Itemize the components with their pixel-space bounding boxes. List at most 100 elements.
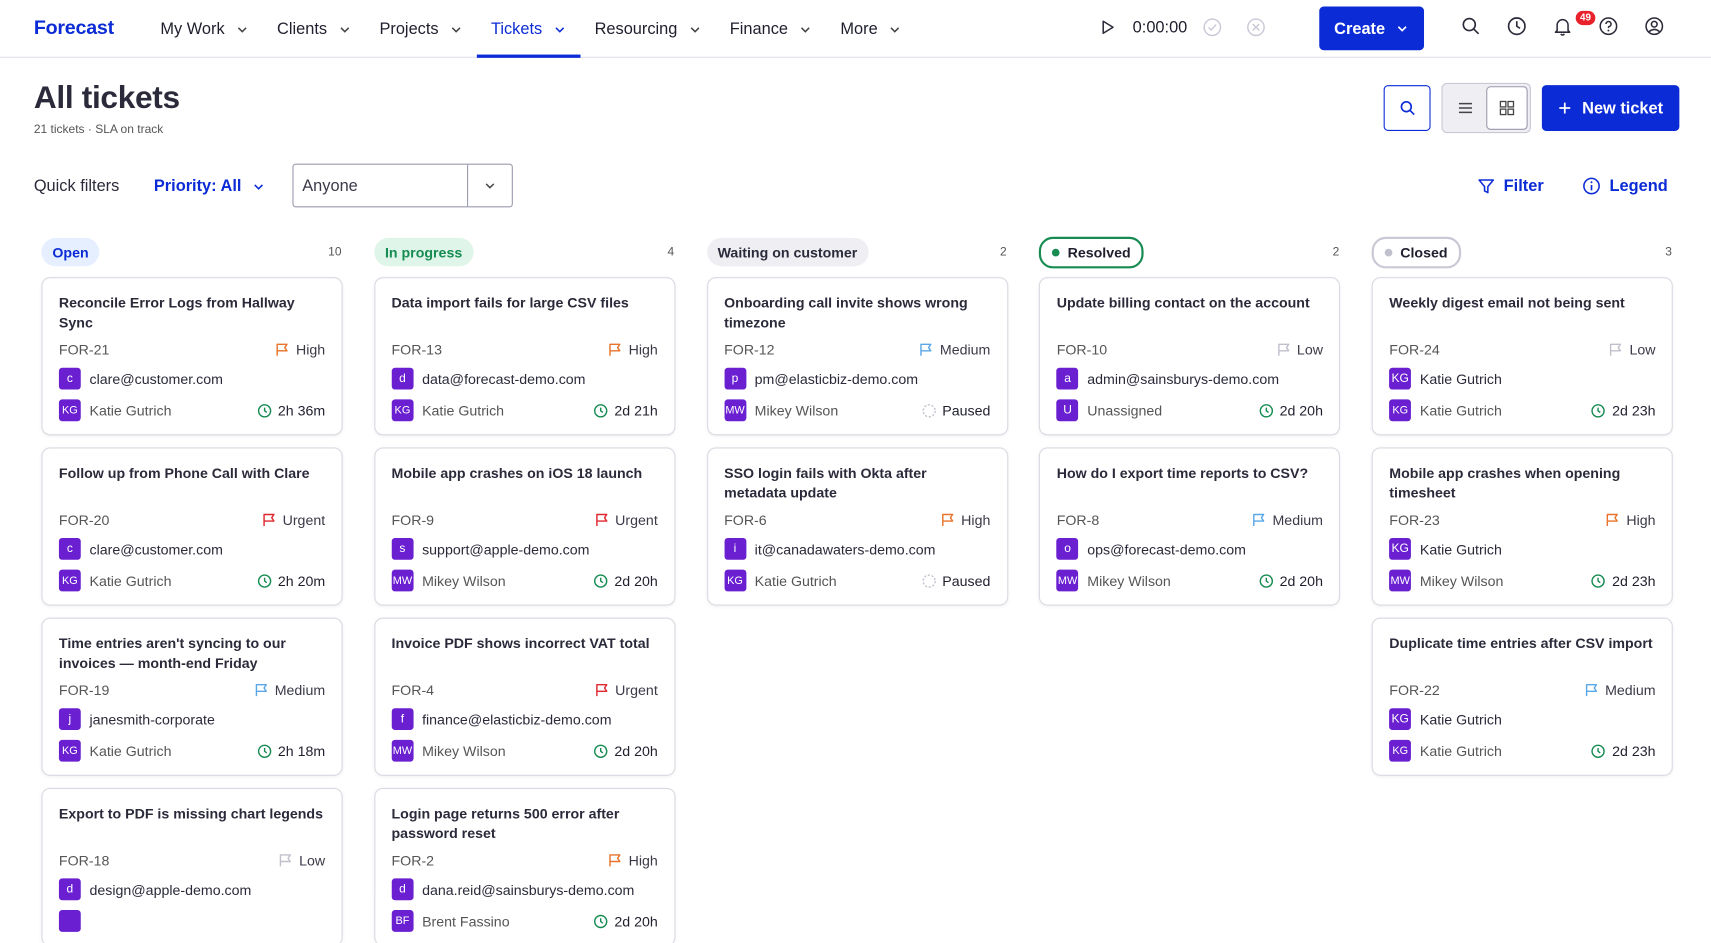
sla-value: 2h 18m — [277, 742, 326, 759]
search-icon — [1400, 100, 1415, 116]
contact-text: it@canadawaters-demo.com — [754, 540, 936, 558]
assignee-avatar: KG — [724, 569, 746, 592]
sla-value: 2d 23h — [1612, 742, 1656, 759]
priority-text: Medium — [939, 341, 991, 358]
ticket-title: Onboarding call invite shows wrong timez… — [724, 294, 968, 331]
main-nav: My Work Clients Projects Tickets Resourcing F… — [146, 0, 916, 58]
nav-item-more[interactable]: More — [826, 0, 916, 58]
ticket-card[interactable]: Data import fails for large CSV files FOR… — [374, 277, 676, 436]
sla-timer: 2d 20h — [594, 743, 658, 759]
assignee-avatar: KG — [58, 739, 81, 762]
search-icon[interactable] — [1460, 15, 1482, 37]
sla-clock-icon — [257, 573, 271, 588]
contact-avatar: KG — [1389, 708, 1412, 731]
contact-row: d data@forecast-demo.com — [391, 367, 658, 390]
column-header: In progress 4 — [374, 237, 675, 267]
contact-avatar: KG — [1389, 537, 1412, 560]
sla-timer: 2d 20h — [594, 913, 658, 929]
column-count: 2 — [1332, 245, 1340, 259]
sla-clock-icon — [1259, 403, 1273, 418]
ticket-meta-row: FOR-10 Low — [1057, 342, 1323, 358]
assignee-name: Mikey Wilson — [422, 572, 506, 589]
ticket-id: FOR-9 — [391, 511, 435, 529]
priority-text: Low — [1296, 341, 1323, 358]
sla-timer: 2d 20h — [1259, 572, 1323, 589]
ticket-id: FOR-6 — [724, 511, 767, 529]
play-icon[interactable] — [1100, 20, 1115, 35]
ticket-title: How do I export time reports to CSV? — [1056, 464, 1309, 482]
nav-item-label: My Work — [160, 19, 225, 39]
contact-text: clare@customer.com — [89, 370, 223, 387]
nav-item-projects[interactable]: Projects — [365, 0, 477, 58]
priority-label: Low — [278, 852, 325, 869]
priority-flag-icon — [609, 343, 621, 356]
list-view-button[interactable] — [1445, 86, 1486, 130]
user-profile-icon[interactable] — [1643, 15, 1665, 37]
cancel-circle-icon[interactable] — [1246, 17, 1266, 37]
sla-value: 2d 20h — [1279, 402, 1323, 419]
forecast-logo[interactable]: Forecast — [34, 16, 114, 39]
ticket-card[interactable]: Follow up from Phone Call with Clare FOR-… — [41, 447, 343, 606]
priority-filter[interactable]: Priority: All — [154, 177, 266, 195]
ticket-card[interactable]: Update billing contact on the account FOR… — [1039, 277, 1341, 436]
ticket-meta-row: FOR-8 Medium — [1057, 512, 1323, 528]
column-resolved: Resolved 2 Update billing contact on the a… — [1039, 236, 1341, 618]
ticket-card[interactable]: Invoice PDF shows incorrect VAT total FOR… — [374, 617, 676, 776]
sla-clock-icon — [1259, 573, 1273, 588]
check-circle-icon[interactable] — [1203, 17, 1223, 37]
ticket-card[interactable]: How do I export time reports to CSV? FOR-… — [1039, 447, 1341, 606]
sla-clock-icon — [1591, 744, 1606, 758]
board-view-button[interactable] — [1486, 86, 1528, 130]
ticket-card[interactable]: Time entries aren't syncing to our invoi… — [41, 617, 343, 776]
column-header: Waiting on customer 2 — [706, 237, 1008, 267]
sla-value: 2h 20m — [277, 572, 326, 589]
priority-flag-icon — [1585, 684, 1598, 697]
ticket-id: FOR-20 — [58, 511, 110, 529]
priority-text: High — [295, 341, 326, 358]
nav-item-clients[interactable]: Clients — [263, 0, 365, 58]
search-tickets-button[interactable] — [1383, 85, 1431, 131]
priority-label: Medium — [919, 342, 990, 358]
filter-button[interactable]: Filter — [1477, 177, 1544, 195]
ticket-card[interactable]: Duplicate time entries after CSV import F… — [1371, 617, 1674, 776]
ticket-card[interactable]: Export to PDF is missing chart legends FO… — [41, 787, 343, 943]
contact-text: Katie Gutrich — [1419, 370, 1502, 387]
nav-item-tickets[interactable]: Tickets — [476, 0, 581, 58]
nav-item-resourcing[interactable]: Resourcing — [580, 0, 715, 58]
priority-text: High — [961, 511, 991, 529]
assignee-name: Mikey Wilson — [754, 402, 839, 419]
ticket-card[interactable]: Mobile app crashes when opening timeshee… — [1371, 447, 1674, 606]
ticket-card[interactable]: SSO login fails with Okta after metadata… — [706, 447, 1008, 606]
ticket-card[interactable]: Reconcile Error Logs from Hallway Sync FO… — [41, 277, 343, 436]
clock-icon[interactable] — [1506, 15, 1528, 37]
ticket-card[interactable]: Login page returns 500 error after passw… — [374, 787, 676, 943]
assignee-row: KG Katie Gutrich 2d 23h — [1389, 399, 1656, 422]
sla-value: 2d 23h — [1612, 402, 1656, 419]
assignee-select[interactable]: Anyone — [292, 163, 513, 208]
priority-flag-icon — [1253, 513, 1265, 526]
assignee-row: MW Mikey Wilson 2d 20h — [391, 739, 658, 762]
assignee-select-toggle[interactable] — [467, 164, 512, 207]
ticket-meta-row: FOR-19 Medium — [59, 682, 325, 698]
assignee: MW Mikey Wilson — [391, 569, 506, 592]
bell-icon[interactable] — [1552, 15, 1574, 37]
ticket-card[interactable]: Mobile app crashes on iOS 18 launch FOR-9… — [374, 447, 676, 606]
ticket-card[interactable]: Weekly digest email not being sent FOR-24… — [1371, 277, 1674, 436]
new-ticket-button[interactable]: New ticket — [1541, 85, 1680, 131]
nav-item-my-work[interactable]: My Work — [146, 0, 263, 58]
legend-button[interactable]: Legend — [1582, 177, 1668, 195]
contact-row: c clare@customer.com — [58, 367, 325, 390]
contact-avatar: p — [724, 367, 746, 390]
contact-avatar: c — [58, 367, 81, 390]
priority-label: Urgent — [262, 512, 325, 528]
nav-item-finance[interactable]: Finance — [716, 0, 827, 58]
priority-label: Medium — [1584, 682, 1656, 699]
create-button[interactable]: Create — [1319, 6, 1425, 51]
ticket-card[interactable]: Onboarding call invite shows wrong timez… — [706, 277, 1008, 436]
help-icon[interactable] — [1598, 15, 1620, 37]
sla-timer: 2d 23h — [1591, 742, 1656, 759]
priority-text: Medium — [1605, 682, 1656, 699]
assignee: KG Katie Gutrich — [58, 399, 171, 422]
nav-item-label: Clients — [277, 19, 328, 39]
priority-label: High — [608, 342, 658, 358]
